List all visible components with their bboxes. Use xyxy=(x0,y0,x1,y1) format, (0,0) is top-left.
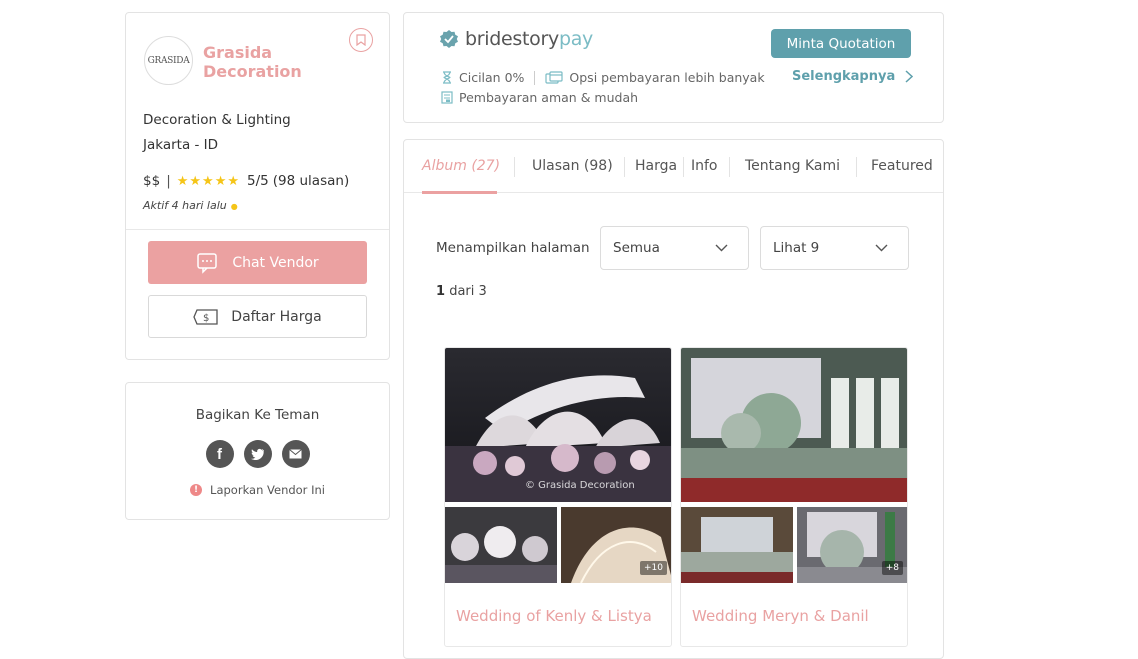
share-title: Bagikan Ke Teman xyxy=(195,407,320,423)
more-options-text: Opsi pembayaran lebih banyak xyxy=(569,70,765,85)
active-tab-indicator xyxy=(422,191,497,194)
bookmark-icon[interactable] xyxy=(349,28,373,52)
brand-text: bridestory xyxy=(465,28,559,50)
active-dot-icon: ● xyxy=(230,202,238,211)
total-pages: dari 3 xyxy=(449,284,487,299)
current-page: 1 xyxy=(436,284,446,299)
per-page-dropdown-value: Lihat 9 xyxy=(773,240,820,256)
album-panel: Album (27) Ulasan (98) Harga Info Tentan… xyxy=(403,139,944,659)
brand-name: bridestorypay xyxy=(465,28,593,50)
separator: | xyxy=(166,173,171,189)
category-dropdown-value: Semua xyxy=(613,240,660,256)
price-level: $$ xyxy=(143,173,161,189)
album-thumbnail[interactable] xyxy=(445,507,557,583)
chevron-down-icon xyxy=(715,244,728,252)
album-title[interactable]: Wedding Meryn & Danil xyxy=(692,607,869,625)
tab-info[interactable]: Info xyxy=(691,158,718,174)
album-title[interactable]: Wedding of Kenly & Listya xyxy=(456,607,652,625)
receipt-icon xyxy=(441,91,453,104)
album-cover-photo[interactable] xyxy=(681,348,908,502)
album-cover-photo[interactable]: © Grasida Decoration xyxy=(445,348,672,502)
active-status: Aktif 4 hari lalu ● xyxy=(143,199,238,212)
divider xyxy=(126,229,389,230)
brand-suffix: pay xyxy=(558,28,593,50)
album-thumbnail[interactable] xyxy=(681,507,793,583)
warning-icon: ! xyxy=(190,484,203,496)
share-card: Bagikan Ke Teman f ! Laporkan Vendor Ini xyxy=(125,382,390,520)
price-tag-icon: $ xyxy=(193,308,218,325)
vendor-location: Jakarta - ID xyxy=(143,137,219,153)
bridestory-pay-card: bridestorypay Cicilan 0% Opsi pembayaran… xyxy=(403,12,944,123)
installment-text: Cicilan 0% xyxy=(459,70,525,85)
report-vendor-link[interactable]: ! Laporkan Vendor Ini xyxy=(126,483,389,497)
tab-separator xyxy=(729,157,730,177)
twitter-icon[interactable] xyxy=(243,440,272,468)
more-photos-badge: +8 xyxy=(881,561,903,575)
album-thumbnail-more[interactable]: +8 xyxy=(797,507,907,583)
rating-row: $$ | ★★★★★ 5/5 (98 ulasan) xyxy=(143,173,349,189)
verified-badge-icon xyxy=(440,30,458,48)
chevron-down-icon xyxy=(875,244,888,252)
svg-text:$: $ xyxy=(203,313,209,324)
price-list-button[interactable]: $ Daftar Harga xyxy=(148,295,367,338)
category-dropdown[interactable]: Semua xyxy=(600,226,749,270)
report-vendor-label: Laporkan Vendor Ini xyxy=(210,483,325,497)
secure-payment-text: Pembayaran aman & mudah xyxy=(459,90,639,105)
tab-separator xyxy=(683,157,684,177)
vendor-category: Decoration & Lighting xyxy=(143,112,291,128)
request-quotation-button[interactable]: Minta Quotation xyxy=(771,29,911,58)
showing-label: Menampilkan halaman xyxy=(436,240,590,256)
see-more-label: Selengkapnya xyxy=(792,69,896,84)
album-card[interactable]: +8 Wedding Meryn & Danil xyxy=(680,347,908,647)
tab-reviews[interactable]: Ulasan (98) xyxy=(532,158,613,174)
tab-separator xyxy=(856,157,857,177)
chevron-right-icon xyxy=(905,70,914,83)
tab-bar: Album (27) Ulasan (98) Harga Info Tentan… xyxy=(404,140,943,194)
photo-watermark: © Grasida Decoration xyxy=(525,480,635,491)
vendor-card: GRASIDA Grasida Decoration Decoration & … xyxy=(125,12,390,360)
tab-about[interactable]: Tentang Kami xyxy=(745,158,840,174)
email-icon[interactable] xyxy=(281,440,310,468)
facebook-icon[interactable]: f xyxy=(205,440,234,468)
more-photos-badge: +10 xyxy=(640,561,667,575)
hourglass-icon xyxy=(443,71,451,84)
album-thumbnail-more[interactable]: +10 xyxy=(561,507,671,584)
separator xyxy=(534,70,536,85)
chat-icon xyxy=(197,252,218,274)
page-indicator: 1 dari 3 xyxy=(436,284,487,299)
tab-price[interactable]: Harga xyxy=(635,158,677,174)
album-card[interactable]: © Grasida Decoration +10 Wedding of Kenl… xyxy=(444,347,672,647)
tab-album[interactable]: Album (27) xyxy=(422,158,500,174)
per-page-dropdown[interactable]: Lihat 9 xyxy=(760,226,909,270)
rating-value: 5/5 xyxy=(247,173,269,189)
cards-icon xyxy=(545,71,564,84)
chat-vendor-button[interactable]: Chat Vendor xyxy=(148,241,367,284)
pay-secure-row: Pembayaran aman & mudah xyxy=(441,90,638,105)
social-buttons: f xyxy=(126,440,389,468)
star-rating-icon: ★★★★★ xyxy=(176,173,241,189)
chat-vendor-label: Chat Vendor xyxy=(232,254,319,271)
price-list-label: Daftar Harga xyxy=(231,308,322,325)
bridestory-pay-logo: bridestorypay xyxy=(439,28,593,50)
tab-separator xyxy=(514,157,515,177)
review-count[interactable]: (98 ulasan) xyxy=(273,173,349,189)
pay-features-row: Cicilan 0% Opsi pembayaran lebih banyak xyxy=(441,70,765,85)
active-status-text: Aktif 4 hari lalu xyxy=(143,199,227,212)
vendor-logo-text: GRASIDA xyxy=(147,55,190,66)
see-more-link[interactable]: Selengkapnya xyxy=(792,69,914,84)
tab-featured[interactable]: Featured xyxy=(871,158,933,174)
tab-separator xyxy=(624,157,625,177)
vendor-logo: GRASIDA xyxy=(144,36,193,85)
vendor-name[interactable]: Grasida Decoration xyxy=(203,43,323,81)
